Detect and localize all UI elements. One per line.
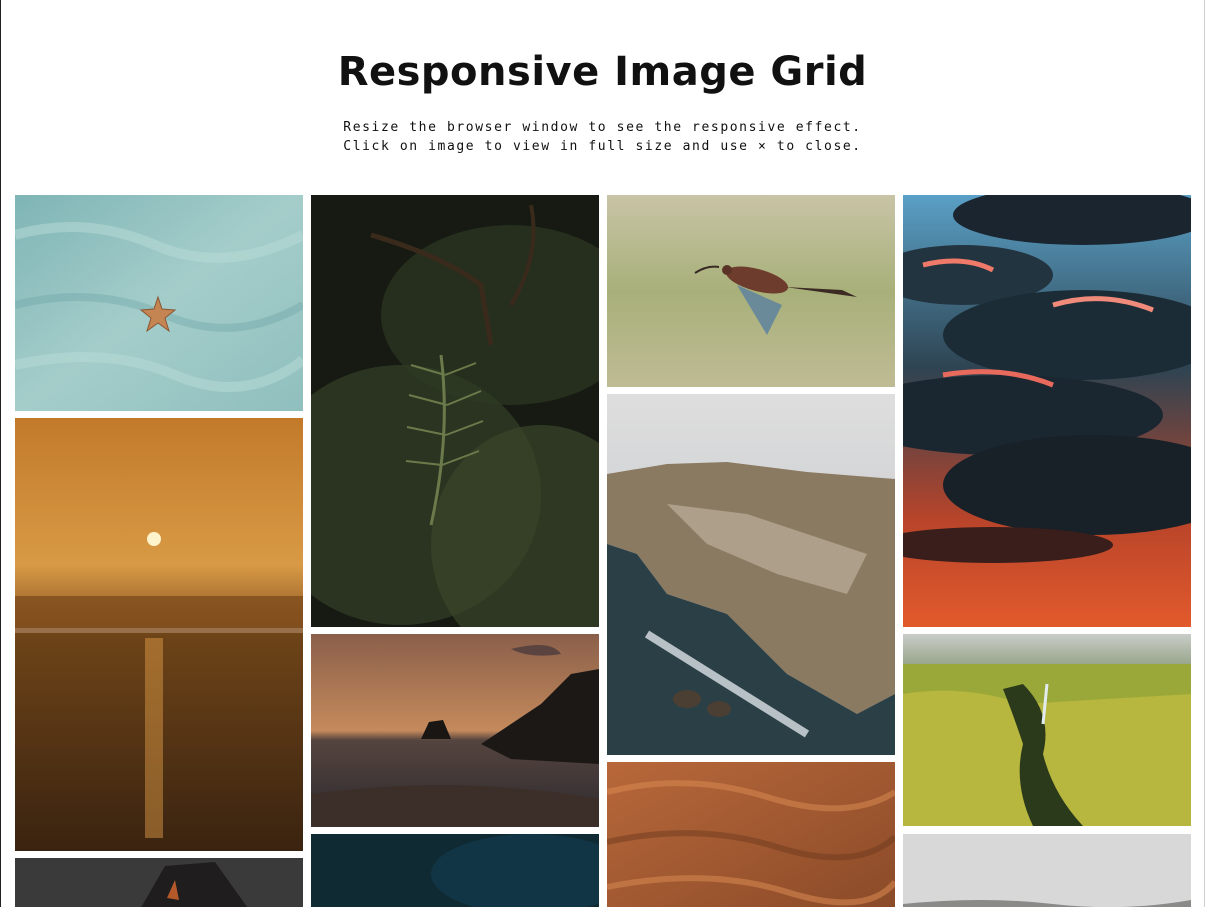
gallery-image-dusk-coast[interactable] bbox=[311, 634, 599, 827]
dark-rock-photo bbox=[15, 858, 303, 907]
gallery-image-dark-rock[interactable] bbox=[15, 858, 303, 907]
page-title: Responsive Image Grid bbox=[337, 49, 868, 95]
gallery-image-fern[interactable] bbox=[311, 195, 599, 627]
sand-dunes-photo bbox=[607, 762, 895, 907]
dusk-coast-photo bbox=[311, 634, 599, 827]
misty-hills-photo bbox=[903, 834, 1191, 907]
gallery-image-sea-sunset[interactable] bbox=[15, 418, 303, 851]
gallery-image-red-sky[interactable] bbox=[903, 195, 1191, 627]
red-sky-photo bbox=[903, 195, 1191, 627]
green-canyon-photo bbox=[903, 634, 1191, 826]
gallery-image-ibis-flight[interactable] bbox=[607, 195, 895, 387]
fern-photo bbox=[311, 195, 599, 627]
gallery-image-sea-cliffs[interactable] bbox=[607, 394, 895, 755]
ibis-photo bbox=[607, 195, 895, 387]
page-subtitle-line-1: Resize the browser window to see the res… bbox=[343, 120, 862, 135]
page-subtitle-line-2: Click on image to view in full size and … bbox=[343, 139, 862, 154]
gallery-image-dark-water[interactable] bbox=[311, 834, 599, 907]
gallery-image-misty-hills[interactable] bbox=[903, 834, 1191, 907]
sunset-photo bbox=[15, 418, 303, 851]
gallery-image-starfish-sand[interactable] bbox=[15, 195, 303, 411]
gallery-image-sand-dunes[interactable] bbox=[607, 762, 895, 907]
starfish-photo bbox=[15, 195, 303, 411]
sea-cliffs-photo bbox=[607, 394, 895, 755]
gallery-image-green-canyon[interactable] bbox=[903, 634, 1191, 826]
dark-water-photo bbox=[311, 834, 599, 907]
